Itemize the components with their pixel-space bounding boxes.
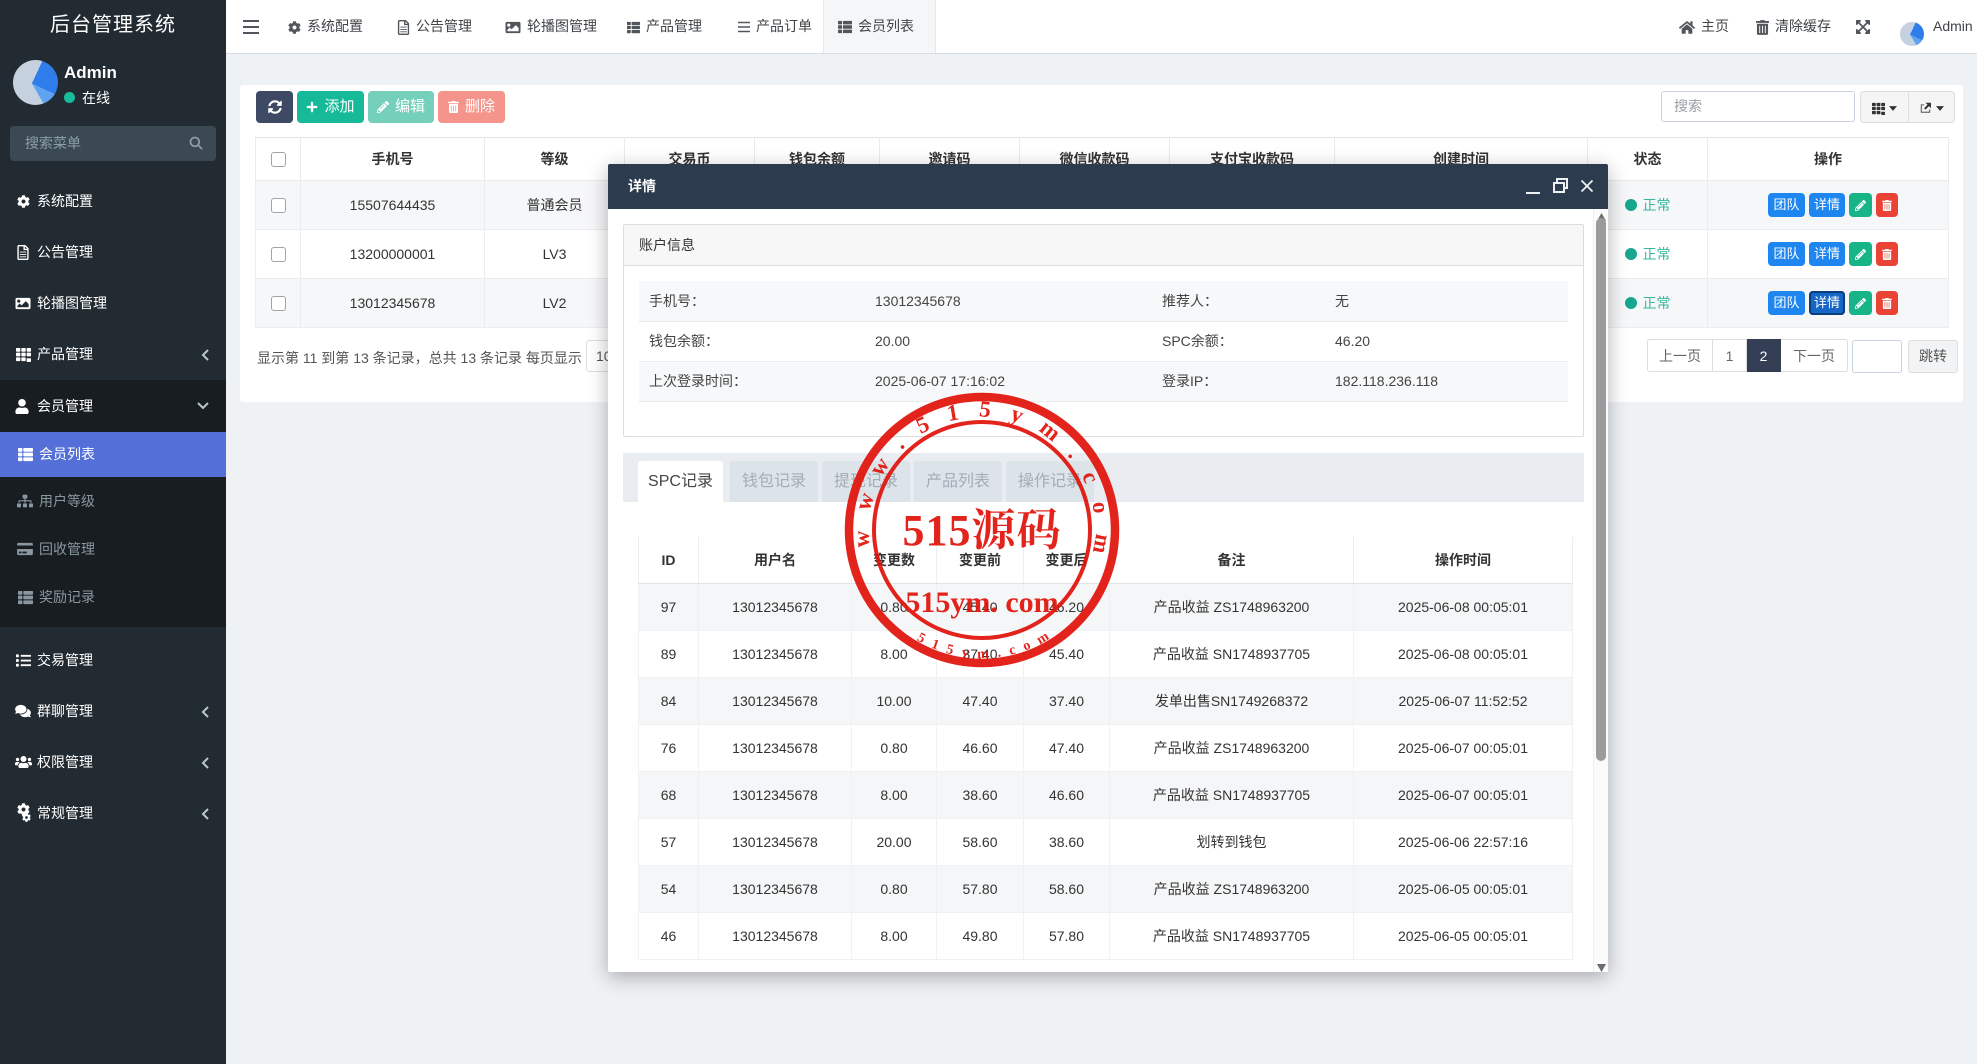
svg-text:515ym. com: 515ym. com	[905, 586, 1058, 619]
svg-text:515源码: 515源码	[903, 506, 1062, 555]
